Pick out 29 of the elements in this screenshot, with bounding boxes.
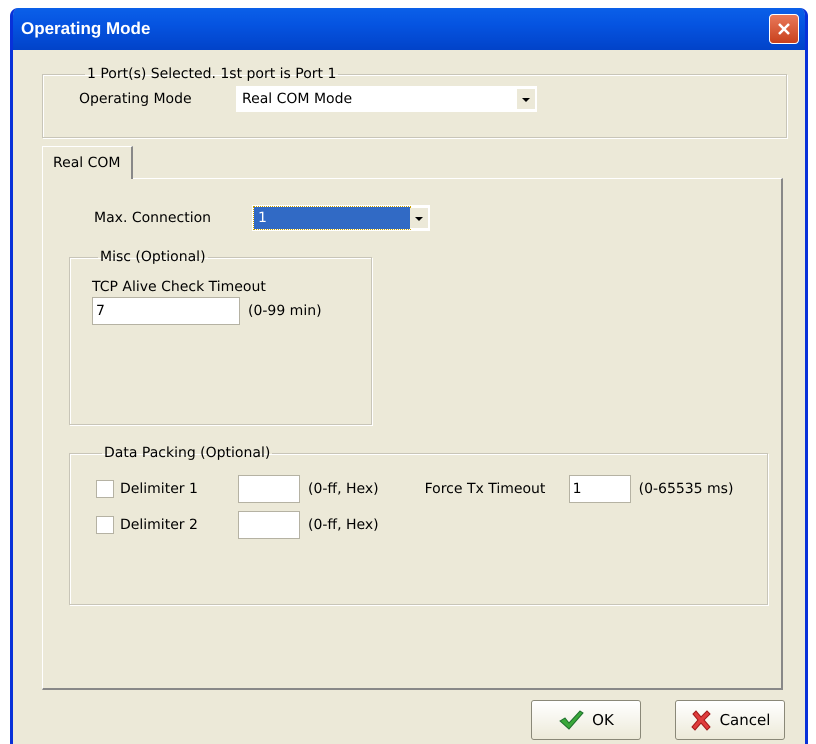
window-title: Operating Mode: [21, 19, 150, 39]
cancel-button[interactable]: Cancel: [675, 700, 785, 740]
field-label: Max. Connection: [94, 210, 212, 226]
ok-button[interactable]: OK: [531, 700, 641, 740]
group-title: Misc (Optional): [99, 249, 207, 265]
close-icon: [776, 21, 792, 37]
delimiter-input[interactable]: [238, 475, 300, 503]
group-title: Data Packing (Optional): [103, 445, 272, 461]
operating-mode-dropdown[interactable]: Real COM Mode: [236, 86, 537, 112]
range-hint: (0-65535 ms): [638, 481, 734, 497]
max-connection-dropdown[interactable]: 1: [252, 205, 430, 231]
timeout-input[interactable]: 7: [92, 297, 240, 325]
range-hint: (0-ff, Hex): [308, 517, 379, 533]
checkbox-label: Delimiter 2: [120, 517, 198, 533]
cross-icon: [690, 709, 712, 731]
field-label: Operating Mode: [79, 91, 193, 107]
close-button[interactable]: [769, 14, 799, 44]
tab[interactable]: Real COM: [42, 146, 133, 179]
range-hint: (0-ff, Hex): [308, 481, 379, 497]
delimiter-input[interactable]: [238, 511, 300, 539]
checkbox-label: Delimiter 1: [120, 481, 198, 497]
field-label: Force Tx Timeout: [424, 481, 546, 497]
group-title: 1 Port(s) Selected. 1st port is Port 1: [86, 66, 338, 82]
range-hint: (0-99 min): [248, 303, 322, 319]
check-mark-icon: [558, 709, 584, 731]
checkbox[interactable]: [96, 516, 114, 534]
checkbox[interactable]: [96, 480, 114, 498]
force-tx-timeout-input[interactable]: 1: [568, 475, 631, 503]
field-label: TCP Alive Check Timeout: [92, 279, 266, 295]
